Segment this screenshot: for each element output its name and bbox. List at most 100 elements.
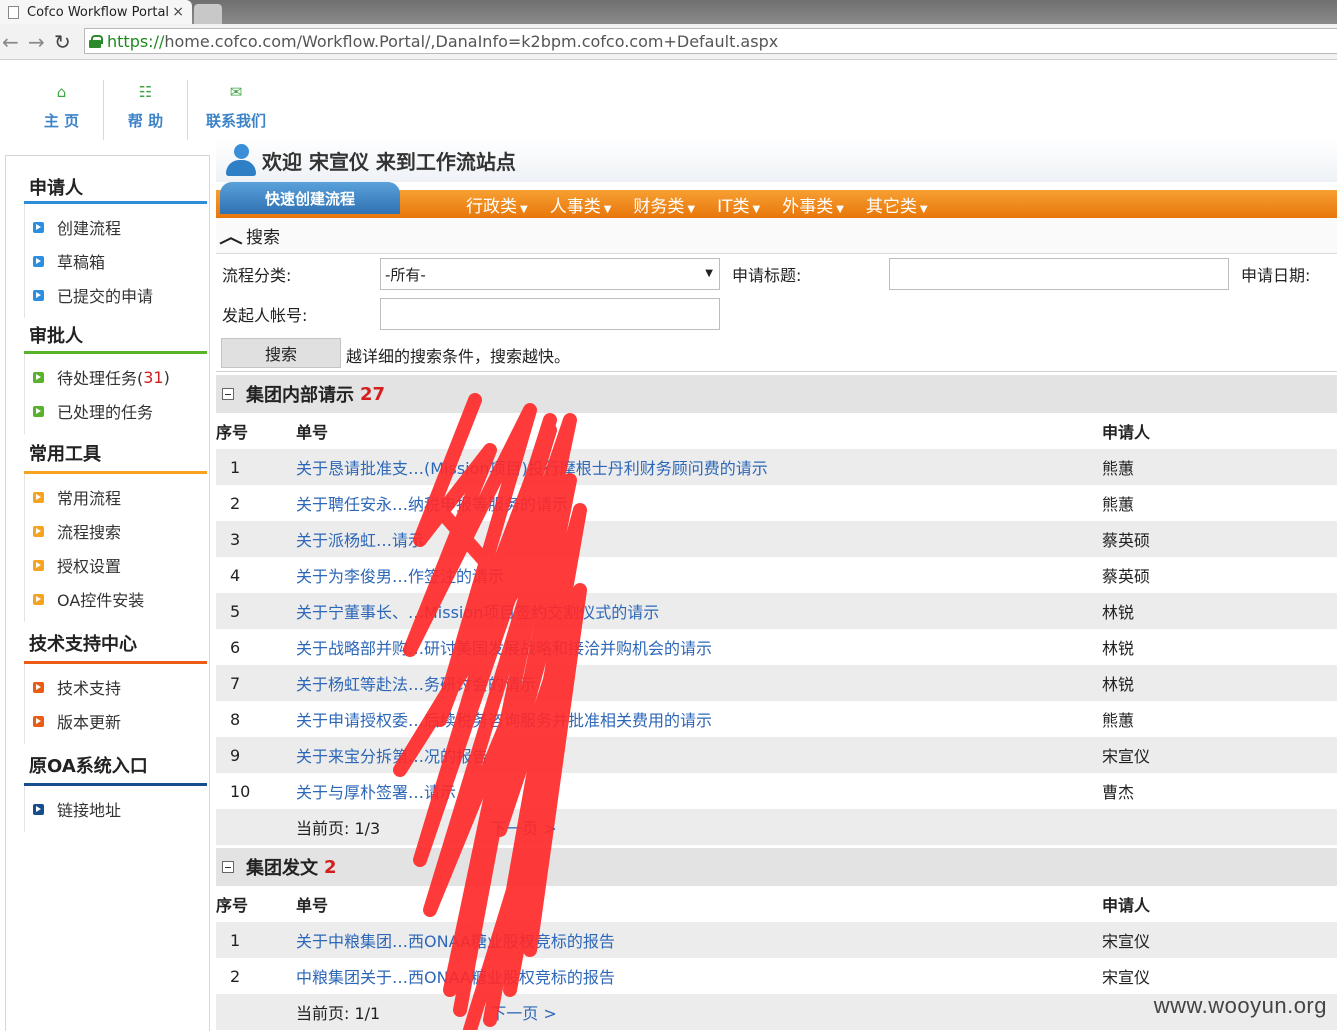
request-link[interactable]: 中粮集团关于…西ONAA糖业股权竞标的报告 (296, 968, 615, 987)
sidebar-item-tech-support[interactable]: 技术支持 (33, 670, 207, 704)
url-scheme: https:// (107, 31, 165, 51)
pending-count: 31 (143, 367, 164, 387)
sidebar: 申请人 创建流程 草稿箱 已提交的申请 审批人 待处理任务(31) 已处理的任务… (5, 155, 210, 1031)
url-path: home.cofco.com/Workflow.Portal/,DanaInfo… (164, 31, 779, 51)
caret-down-icon: ▼ (919, 203, 928, 215)
nav-home[interactable]: ⌂ 主 页 (20, 80, 104, 140)
user-avatar-icon (224, 142, 258, 178)
sidebar-item-version-update[interactable]: 版本更新 (33, 704, 207, 738)
caret-down-icon: ▼ (836, 203, 844, 215)
sidebar-item-submitted[interactable]: 已提交的申请 (33, 278, 207, 312)
category-admin[interactable]: 行政类 ▼ (466, 192, 528, 217)
bullet-icon (33, 715, 44, 727)
table-header-row: 序号 单号 申请人 (216, 413, 1337, 449)
welcome-text: 欢迎 宋宣仪 来到工作流站点 (262, 149, 516, 174)
next-page-link[interactable]: 下一页 > (490, 1004, 557, 1023)
category-other[interactable]: 其它类 ▼ (866, 192, 928, 217)
nav-help[interactable]: ☷ 帮 助 (104, 80, 188, 140)
request-link[interactable]: 关于与厚朴签署…请示 (296, 783, 456, 802)
next-page-link[interactable]: 下一页 > (490, 819, 557, 838)
sidebar-item-create-flow[interactable]: 创建流程 (33, 210, 207, 244)
sidebar-item-pending[interactable]: 待处理任务(31) (33, 360, 207, 394)
sidebar-section-title: 原OA系统入口 (24, 744, 207, 786)
search-header[interactable]: ︿ 搜索 (216, 218, 1337, 254)
url-field[interactable]: https:// home.cofco.com/Workflow.Portal/… (84, 28, 1337, 54)
sidebar-item-link-address[interactable]: 链接地址 (33, 792, 207, 826)
reload-icon[interactable]: ↻ (54, 30, 71, 54)
sidebar-item-drafts[interactable]: 草稿箱 (33, 244, 207, 278)
request-link[interactable]: 关于战略部并购…研讨美国发展战略和接洽并购机会的请示 (296, 639, 712, 658)
tab-title: Cofco Workflow Portal (27, 4, 170, 20)
table-header-row: 序号 单号 申请人 (216, 886, 1337, 922)
panel-header-documents: 集团发文 2 (216, 848, 1337, 886)
search-button[interactable]: 搜索 (221, 338, 341, 368)
request-link[interactable]: 关于中粮集团…西ONAA糖业股权竞标的报告 (296, 932, 615, 951)
category-hr[interactable]: 人事类 ▼ (550, 192, 612, 217)
initiator-input[interactable] (380, 298, 720, 330)
bullet-icon (33, 221, 44, 233)
category-it[interactable]: IT类 ▼ (717, 192, 760, 217)
collapse-toggle-icon[interactable] (222, 388, 234, 400)
nav-contact-label: 联系我们 (205, 112, 266, 130)
bullet-icon (33, 405, 44, 417)
browser-tab[interactable]: Cofco Workflow Portal × (0, 0, 192, 24)
sidebar-item-delegation[interactable]: 授权设置 (33, 548, 207, 582)
top-nav: ⌂ 主 页 ☷ 帮 助 ✉ 联系我们 (20, 80, 284, 140)
back-arrow-icon[interactable]: ← (2, 30, 19, 54)
sidebar-section-old-oa: 原OA系统入口 链接地址 (24, 744, 207, 832)
bullet-icon (33, 559, 44, 571)
sidebar-section-support: 技术支持中心 技术支持 版本更新 (24, 622, 207, 744)
collapse-toggle-icon[interactable] (222, 861, 234, 873)
main-content: 欢迎 宋宣仪 来到工作流站点 快速创建流程 行政类 ▼ 人事类 ▼ 财务类 ▼ IT类… (216, 138, 1337, 1030)
panel-header-internal: 集团内部请示 27 (216, 375, 1337, 413)
sidebar-item-processed[interactable]: 已处理的任务 (33, 394, 207, 428)
sidebar-section-title: 审批人 (24, 318, 207, 354)
column-header-user: 申请人 (1102, 413, 1337, 449)
sidebar-item-oa-control[interactable]: OA控件安装 (33, 582, 207, 616)
panel-count: 27 (360, 383, 386, 405)
table-row: 8 关于申请授权委…后续税务咨询服务并批准相关费用的请示 熊蕙 (230, 709, 1135, 731)
caret-down-icon: ▼ (752, 203, 761, 215)
sidebar-item-flow-search[interactable]: 流程搜索 (33, 514, 207, 548)
table-row: 5 关于宁董事长、…Mission项目签约交割仪式的请示 林锐 (216, 593, 1337, 629)
category-foreign[interactable]: 外事类 ▼ (782, 192, 844, 217)
bullet-icon (33, 525, 44, 537)
table-row: 10 关于与厚朴签署…请示 曹杰 (230, 781, 1135, 803)
lock-icon (89, 34, 103, 48)
sidebar-section-approver: 审批人 待处理任务(31) 已处理的任务 (24, 318, 207, 434)
request-link[interactable]: 关于申请授权委…后续税务咨询服务并批准相关费用的请示 (296, 711, 712, 730)
table-row: 4 关于为李俊男…作签注的请示 蔡英硕 (230, 565, 1151, 587)
quick-create-tab[interactable]: 快速创建流程 (220, 182, 400, 214)
table-row: 6 关于战略部并购…研讨美国发展战略和接洽并购机会的请示 林锐 (230, 637, 1135, 659)
new-tab-button[interactable] (194, 4, 222, 24)
bullet-icon (33, 681, 44, 693)
request-link[interactable]: 关于恳请批准支…(Mission项目)投行摩根士丹利财务顾问费的请示 (296, 459, 768, 478)
request-link[interactable]: 关于派杨虹…请示 (296, 531, 424, 550)
page-icon (8, 5, 19, 19)
request-table: 序号 单号 申请人 1 关于恳请批准支…(Mission项目)投行摩根士丹利财务顾… (216, 413, 1337, 845)
category-finance[interactable]: 财务类 ▼ (633, 192, 695, 217)
request-link[interactable]: 关于杨虹等赴法…务研讨会的请示 (296, 675, 536, 694)
bullet-icon (33, 593, 44, 605)
address-bar: ← → ↻ https:// home.cofco.com/Workflow.P… (0, 24, 1337, 60)
bullet-icon (33, 255, 44, 267)
collapse-chevron-icon[interactable]: ︿ (219, 223, 242, 249)
initiator-label: 发起人帐号: (222, 306, 308, 325)
dropdown-arrow-icon: ▼ (705, 268, 713, 279)
request-link[interactable]: 关于宁董事长、…Mission项目签约交割仪式的请示 (296, 603, 659, 622)
welcome-bar: 欢迎 宋宣仪 来到工作流站点 (216, 138, 1337, 182)
sidebar-section-title: 技术支持中心 (24, 622, 207, 664)
forward-arrow-icon[interactable]: → (28, 30, 45, 54)
subject-input[interactable] (889, 258, 1229, 290)
request-link[interactable]: 关于聘任安永…纳税申报等服务的请示 (296, 495, 568, 514)
table-row: 1 关于恳请批准支…(Mission项目)投行摩根士丹利财务顾问费的请示 熊蕙 (216, 449, 1337, 485)
sidebar-item-common-flows[interactable]: 常用流程 (33, 480, 207, 514)
mail-icon: ✉ (229, 83, 243, 101)
tab-close-icon[interactable]: × (172, 4, 184, 20)
request-link[interactable]: 关于来宝分拆第…况的报告 (296, 747, 488, 766)
column-header-no: 序号 (216, 413, 296, 449)
request-link[interactable]: 关于为李俊男…作签注的请示 (296, 567, 504, 586)
category-select[interactable]: -所有- ▼ (380, 258, 720, 290)
bullet-icon (33, 803, 44, 815)
nav-contact[interactable]: ✉ 联系我们 (188, 80, 284, 140)
